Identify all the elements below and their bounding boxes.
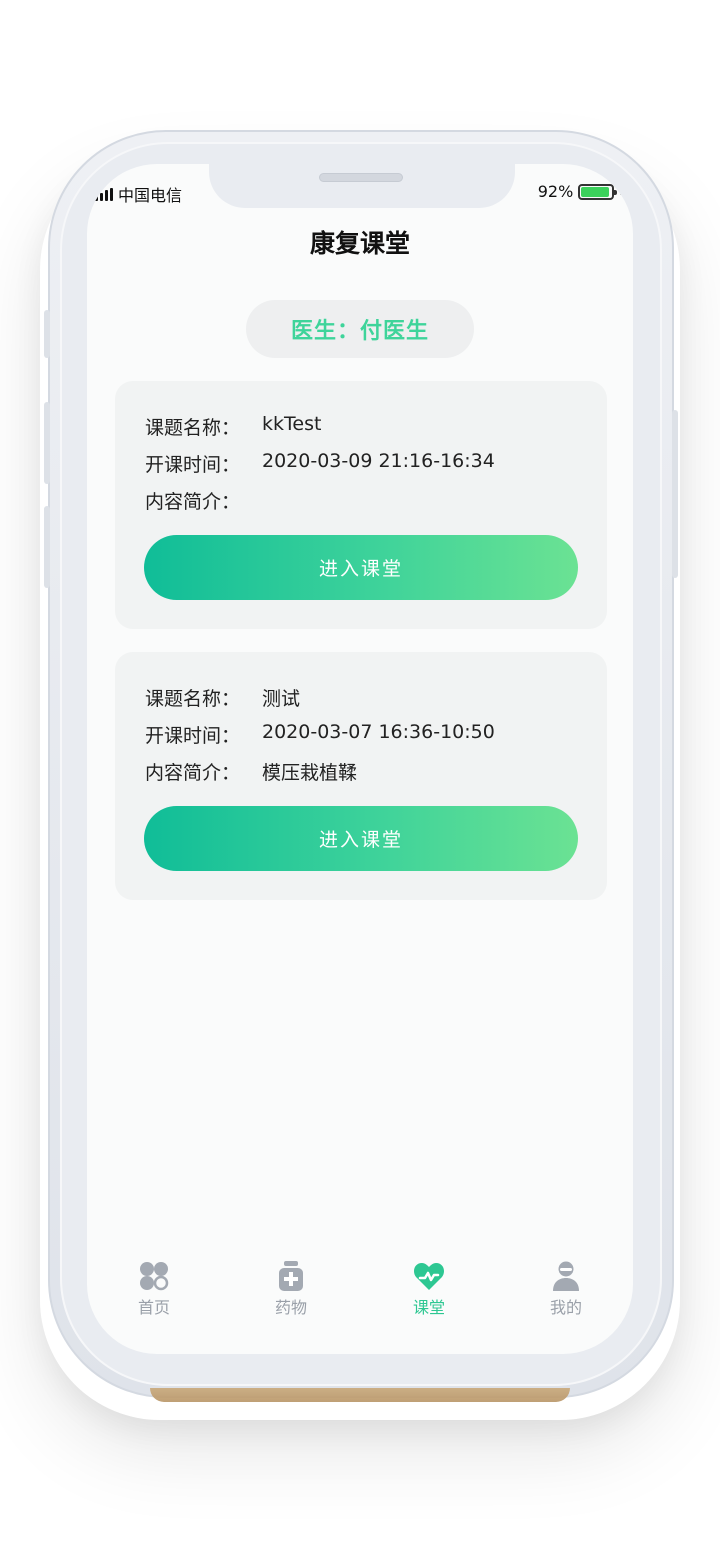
power-button — [672, 410, 678, 578]
notch — [209, 164, 515, 208]
time-value: 2020-03-07 16:36-10:50 — [262, 721, 495, 743]
doctor-badge: 医生：付医生 — [246, 300, 474, 358]
topic-label: 课题名称： — [145, 688, 241, 710]
tab-home[interactable]: 首页 — [114, 1260, 194, 1318]
time-label: 开课时间： — [145, 725, 241, 747]
volume-down-button — [44, 506, 50, 588]
mute-switch — [44, 310, 50, 358]
battery-icon — [578, 183, 618, 200]
topic-value: kkTest — [262, 413, 322, 435]
signal-icon — [95, 187, 113, 201]
tab-label: 首页 — [137, 1298, 170, 1317]
phone-screen: 中国电信 92% ⚡ 康复课堂 医生：付医生 课题名称： kkTest 开课时间… — [87, 164, 633, 1354]
topic-value: 测试 — [262, 688, 301, 710]
intro-label: 内容简介： — [145, 762, 241, 784]
course-card: 课题名称： kkTest 开课时间： 2020-03-09 21:16-16:3… — [115, 381, 607, 629]
intro-row: 内容简介： 模压栽植鞣 — [145, 758, 357, 785]
medicine-bottle-icon — [279, 1261, 303, 1291]
enter-classroom-button[interactable]: 进入课堂 — [144, 535, 578, 600]
tab-classroom[interactable]: 课堂 — [389, 1260, 469, 1318]
page-title: 康复课堂 — [309, 229, 410, 258]
carrier-name: 中国电信 — [118, 186, 183, 205]
phone-bottom-edge — [150, 1388, 570, 1402]
bottom-tab-bar: 首页 药物 课堂 我的 — [87, 1260, 633, 1320]
enter-classroom-button[interactable]: 进入课堂 — [144, 806, 578, 871]
user-icon — [553, 1261, 579, 1291]
time-value: 2020-03-09 21:16-16:34 — [262, 450, 495, 472]
battery-fill — [581, 186, 609, 197]
status-bar-left: 中国电信 — [95, 182, 182, 206]
time-label: 开课时间： — [145, 454, 241, 476]
tab-label: 课堂 — [412, 1298, 445, 1317]
intro-value: 模压栽植鞣 — [262, 762, 358, 784]
topic-row: 课题名称： kkTest — [145, 413, 321, 440]
time-row: 开课时间： 2020-03-09 21:16-16:34 — [145, 450, 495, 477]
topic-label: 课题名称： — [145, 417, 241, 439]
time-row: 开课时间： 2020-03-07 16:36-10:50 — [145, 721, 495, 748]
tab-label: 我的 — [549, 1298, 582, 1317]
intro-row: 内容简介： — [145, 487, 262, 514]
volume-up-button — [44, 402, 50, 484]
status-bar-right: 92% ⚡ — [538, 182, 627, 201]
tab-label: 药物 — [274, 1298, 307, 1317]
heart-pulse-icon — [414, 1263, 444, 1290]
tab-profile[interactable]: 我的 — [526, 1260, 606, 1318]
course-card: 课题名称： 测试 开课时间： 2020-03-07 16:36-10:50 内容… — [115, 652, 607, 900]
home-grid-icon — [140, 1262, 169, 1291]
speaker-grille — [319, 173, 403, 182]
charging-bolt-icon: ⚡ — [619, 185, 627, 198]
tab-medicine[interactable]: 药物 — [251, 1260, 331, 1318]
intro-label: 内容简介： — [145, 491, 241, 513]
battery-percent: 92% — [537, 182, 574, 201]
topic-row: 课题名称： 测试 — [145, 684, 300, 711]
